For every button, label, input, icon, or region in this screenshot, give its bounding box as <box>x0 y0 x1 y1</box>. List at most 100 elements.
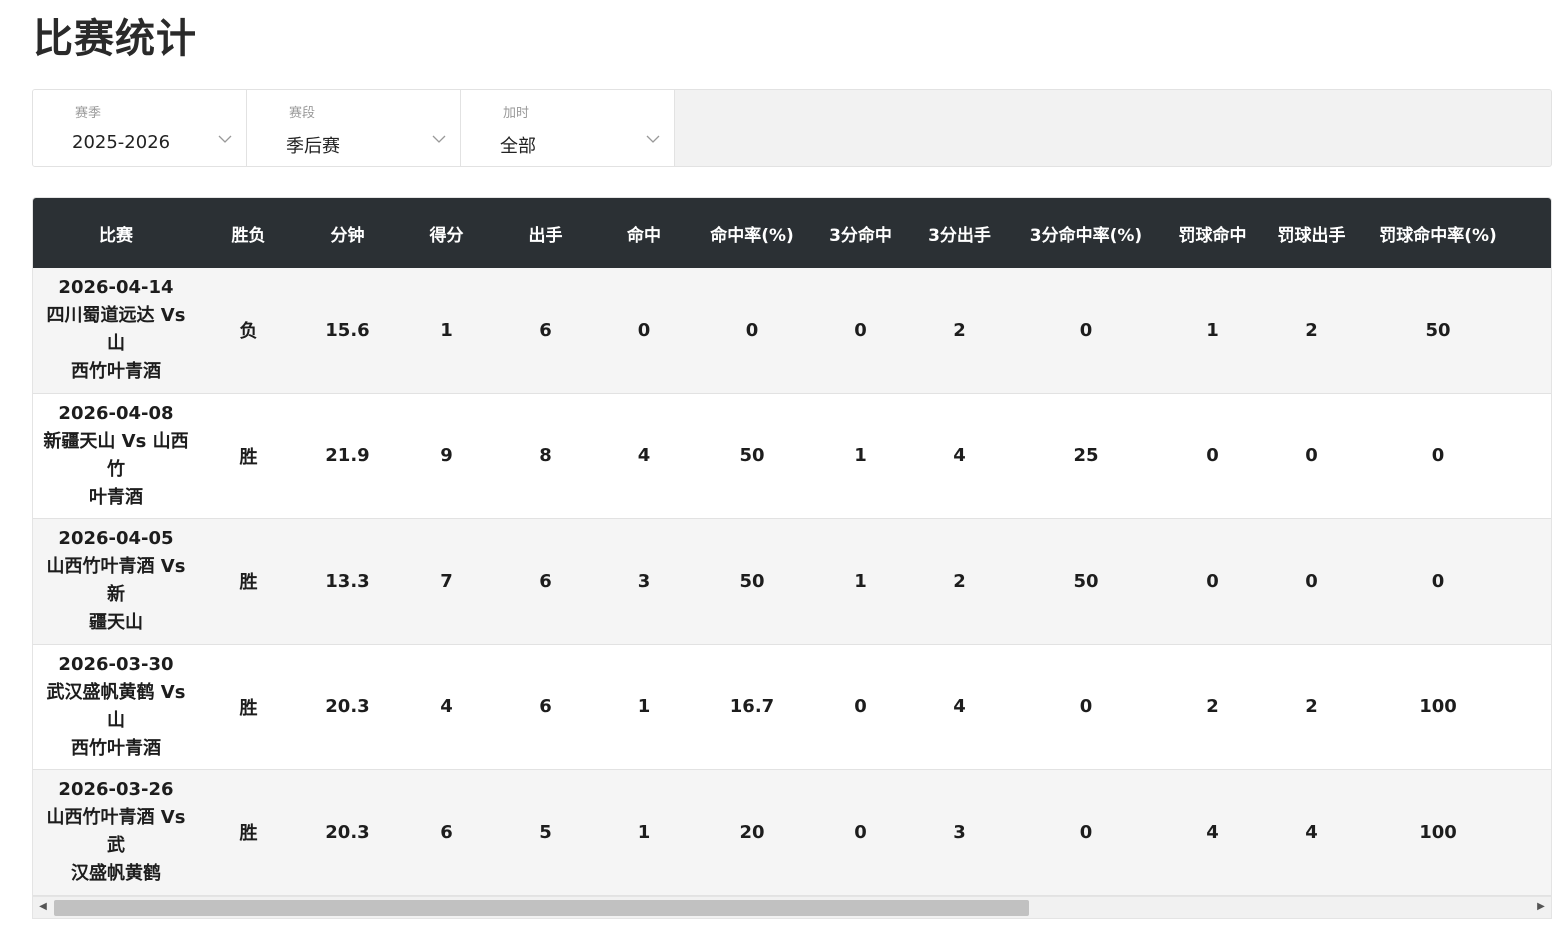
cell-3pa: 2 <box>953 319 966 341</box>
stage-value: 季后赛 <box>286 136 340 157</box>
match-teams: 西竹叶青酒 <box>71 361 161 383</box>
match-cell: 2026-03-30 武汉盛帆黄鹤 Vs 山西竹叶青酒 <box>33 645 199 770</box>
column-header-ft-pct: 罚球命中率(%) <box>1379 225 1497 246</box>
cell-offense <box>1515 770 1551 895</box>
cell-3pa: 4 <box>953 445 966 467</box>
cell-3pm: 0 <box>854 319 867 341</box>
match-cell: 2026-04-08 新疆天山 Vs 山西竹叶青酒 <box>33 394 199 519</box>
cell-ft-pct: 50 <box>1425 319 1451 341</box>
cell-offense <box>1515 268 1551 393</box>
match-teams: 疆天山 <box>89 612 143 634</box>
cell-fgm: 3 <box>637 570 651 592</box>
cell-3pa: 2 <box>953 570 966 592</box>
cell-result: 胜 <box>239 697 258 719</box>
chevron-down-icon <box>646 135 660 143</box>
column-header-points: 得分 <box>429 225 464 246</box>
cell-points: 6 <box>440 821 453 843</box>
stats-table-scroll-area[interactable]: 比赛 胜负 分钟 得分 出手 命中 命中率(%) 3分命中 3分出手 3分命中率(%) 罚球命中 罚球… <box>33 198 1551 896</box>
cell-3p-pct: 50 <box>1073 570 1099 592</box>
match-teams: 新疆天山 Vs 山西竹 <box>43 430 189 480</box>
scrollbar-thumb[interactable] <box>54 900 1029 916</box>
cell-ft-pct: 100 <box>1419 696 1457 718</box>
cell-minutes: 15.6 <box>325 319 370 341</box>
cell-minutes: 20.3 <box>325 696 370 718</box>
cell-fga: 6 <box>539 570 552 592</box>
column-header-3pa: 3分出手 <box>928 225 991 246</box>
season-select[interactable]: 赛季 2025-2026 <box>33 90 247 166</box>
match-date: 2026-03-26 <box>58 779 174 801</box>
match-teams: 汉盛帆黄鹤 <box>71 863 161 885</box>
cell-points: 1 <box>440 319 453 341</box>
column-header-minutes: 分钟 <box>330 225 365 246</box>
stage-label: 赛段 <box>289 106 316 121</box>
page-title: 比赛统计 <box>33 16 197 62</box>
cell-ft-pct: 0 <box>1431 445 1445 467</box>
cell-ftm: 1 <box>1206 319 1219 341</box>
cell-offense <box>1515 394 1551 519</box>
season-value: 2025-2026 <box>72 132 171 153</box>
cell-offense <box>1515 519 1551 644</box>
cell-fgm: 4 <box>637 445 651 467</box>
cell-fta: 0 <box>1305 570 1318 592</box>
cell-ftm: 0 <box>1206 570 1219 592</box>
triangle-left-icon[interactable]: ◀ <box>37 901 49 913</box>
cell-3pa: 4 <box>953 696 966 718</box>
match-cell: 2026-03-26 山西竹叶青酒 Vs 武汉盛帆黄鹤 <box>33 770 199 895</box>
match-teams: 四川蜀道远达 Vs 山 <box>46 305 186 355</box>
cell-ftm: 2 <box>1206 696 1219 718</box>
column-header-result: 胜负 <box>231 225 266 246</box>
column-header-3pm: 3分命中 <box>829 225 892 246</box>
stage-select[interactable]: 赛段 季后赛 <box>247 90 461 166</box>
cell-3pm: 1 <box>854 570 867 592</box>
cell-fga: 6 <box>539 319 552 341</box>
match-teams: 山西竹叶青酒 Vs 新 <box>46 556 186 606</box>
cell-fg-pct: 50 <box>739 445 765 467</box>
cell-3pa: 3 <box>953 821 966 843</box>
match-date: 2026-04-05 <box>58 528 174 550</box>
cell-result: 胜 <box>239 572 258 594</box>
column-header-fga: 出手 <box>528 225 563 246</box>
cell-fta: 2 <box>1305 319 1318 341</box>
match-cell: 2026-04-05 山西竹叶青酒 Vs 新疆天山 <box>33 519 199 644</box>
cell-ftm: 0 <box>1206 445 1219 467</box>
cell-result: 胜 <box>239 446 258 468</box>
cell-3p-pct: 0 <box>1079 696 1093 718</box>
cell-3pm: 1 <box>854 445 867 467</box>
cell-fga: 5 <box>539 821 552 843</box>
cell-fga: 6 <box>539 696 552 718</box>
cell-minutes: 21.9 <box>325 445 370 467</box>
match-date: 2026-04-08 <box>58 402 174 424</box>
overtime-value: 全部 <box>500 136 536 157</box>
table-row: 2026-04-14 四川蜀道远达 Vs 山西竹叶青酒 负 15.6 1 6 0 0 0 2 0 1 2… <box>33 268 1551 394</box>
overtime-label: 加时 <box>503 106 530 121</box>
cell-minutes: 13.3 <box>325 570 370 592</box>
cell-result: 胜 <box>239 823 258 845</box>
table-row: 2026-04-05 山西竹叶青酒 Vs 新疆天山 胜 13.3 7 6 3 50 1 2 50 0 0… <box>33 519 1551 645</box>
cell-result: 负 <box>239 321 258 343</box>
table-body: 2026-04-14 四川蜀道远达 Vs 山西竹叶青酒负 15.6 1 6 0 0 0 2 0 1 2… <box>33 268 1551 896</box>
cell-3pm: 0 <box>854 821 867 843</box>
cell-points: 9 <box>440 445 453 467</box>
table-row: 2026-03-30 武汉盛帆黄鹤 Vs 山西竹叶青酒 胜 20.3 4 6 1 16.7 0 4… <box>33 644 1551 770</box>
cell-fta: 2 <box>1305 696 1318 718</box>
cell-ftm: 4 <box>1206 821 1219 843</box>
overtime-select[interactable]: 加时 全部 <box>461 90 675 166</box>
stats-table: 比赛 胜负 分钟 得分 出手 命中 命中率(%) 3分命中 3分出手 3分命中率(%) 罚球命中 罚球… <box>32 197 1552 919</box>
triangle-right-icon[interactable]: ▶ <box>1535 901 1547 913</box>
cell-points: 7 <box>440 570 453 592</box>
filter-bar: 赛季 2025-2026 赛段 季后赛 加时 全部 <box>32 89 1552 167</box>
season-label: 赛季 <box>75 106 102 121</box>
cell-fgm: 1 <box>637 696 651 718</box>
horizontal-scrollbar[interactable]: ◀ ▶ <box>33 896 1551 918</box>
match-teams: 武汉盛帆黄鹤 Vs 山 <box>46 681 186 731</box>
cell-points: 4 <box>440 696 453 718</box>
column-header-fg-pct: 命中率(%) <box>710 225 794 246</box>
cell-fta: 4 <box>1305 821 1318 843</box>
cell-fg-pct: 20 <box>739 821 765 843</box>
match-teams: 叶青酒 <box>89 486 143 508</box>
match-cell: 2026-04-14 四川蜀道远达 Vs 山西竹叶青酒 <box>33 268 199 393</box>
cell-fg-pct: 50 <box>739 570 765 592</box>
match-teams: 山西竹叶青酒 Vs 武 <box>46 807 186 857</box>
cell-fga: 8 <box>539 445 552 467</box>
cell-3p-pct: 25 <box>1073 445 1099 467</box>
